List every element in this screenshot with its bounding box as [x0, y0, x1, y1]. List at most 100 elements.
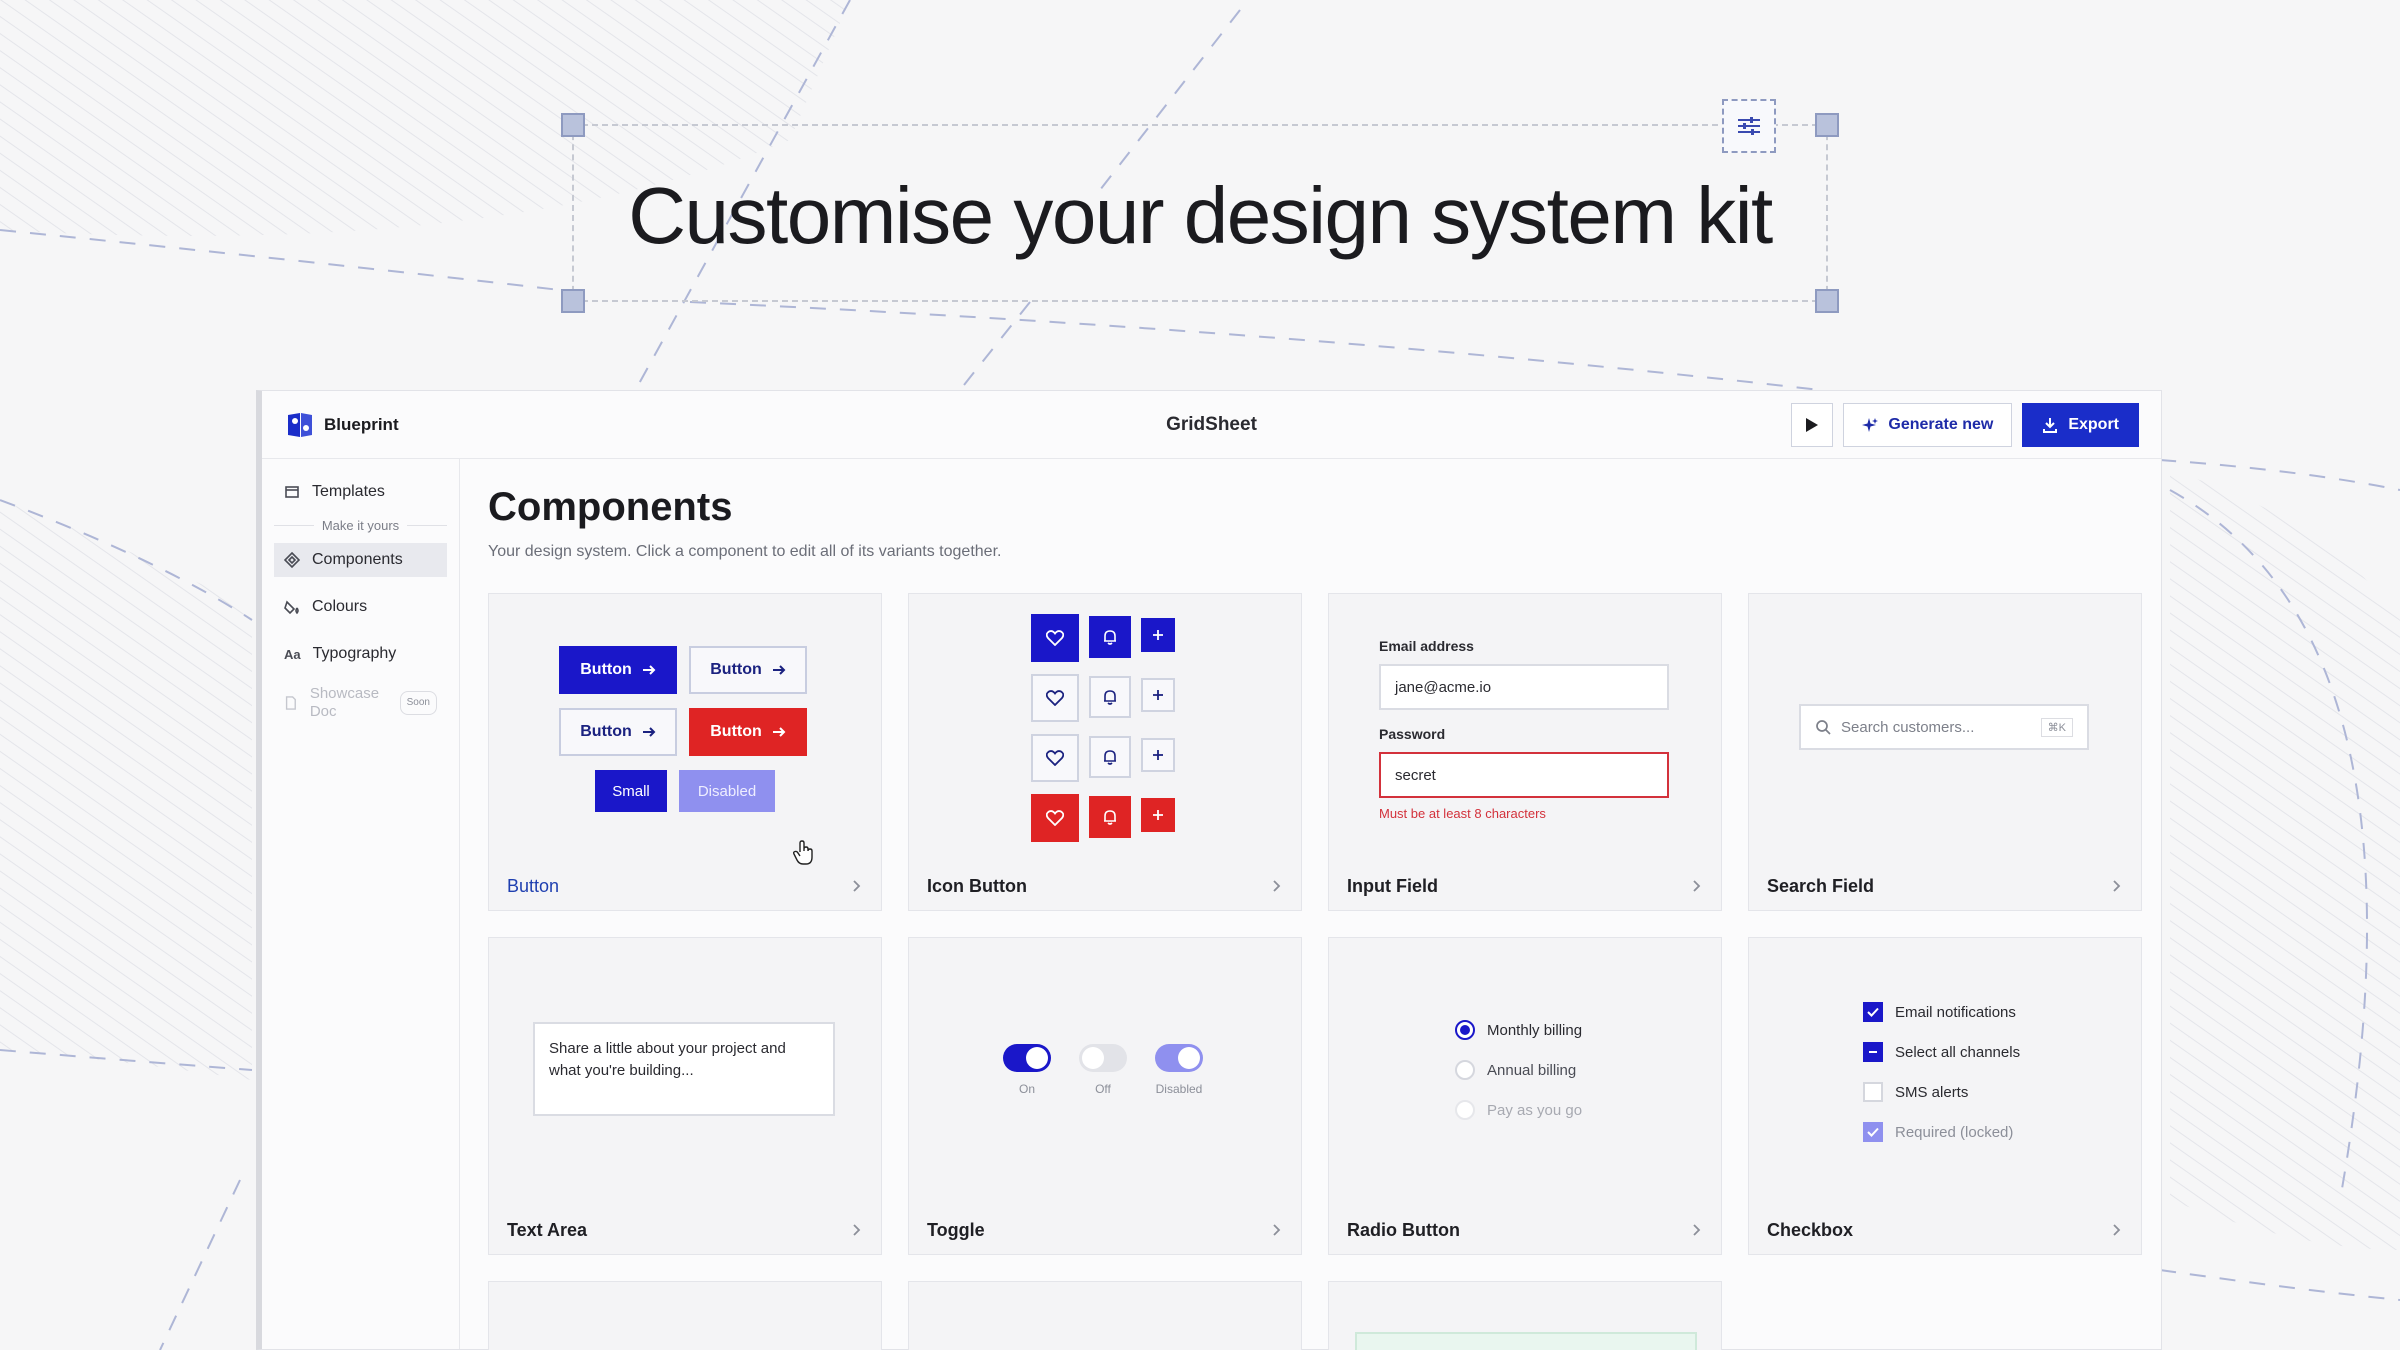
checkbox-unchecked: [1863, 1082, 1883, 1102]
sidebar-item-templates[interactable]: Templates: [274, 475, 447, 509]
preview-button-label: Button: [580, 723, 632, 740]
preview-checkbox-option: Select all channels: [1863, 1042, 2020, 1062]
component-card-input-field[interactable]: Email address jane@acme.io Password secr…: [1328, 593, 1722, 911]
preview-checkbox-option: Email notifications: [1863, 1002, 2016, 1022]
sidebar-item-label: Showcase Doc: [309, 685, 380, 720]
preview-toggle-off: [1079, 1044, 1127, 1072]
preview-radio-option: Annual billing: [1455, 1060, 1576, 1080]
card-label: Radio Button: [1347, 1219, 1460, 1240]
chevron-right-icon: [1273, 1224, 1281, 1236]
component-card-checkbox[interactable]: Email notifications Select all channels …: [1748, 937, 2142, 1255]
resize-handle-bottom-left[interactable]: [561, 289, 585, 313]
arrow-right-icon: [772, 665, 786, 675]
preview-icon-button: [1031, 674, 1079, 722]
radio-selected: [1455, 1020, 1475, 1040]
chevron-right-icon: [853, 1224, 861, 1236]
preview-radio-option: Monthly billing: [1455, 1020, 1582, 1040]
colours-icon: [284, 600, 299, 615]
sidebar-item-label: Colours: [312, 598, 368, 615]
heart-icon: [1046, 810, 1064, 826]
checkbox-label: Email notifications: [1895, 1003, 2016, 1021]
bell-icon: [1104, 750, 1116, 765]
resize-handle-top-right[interactable]: [1815, 113, 1839, 137]
card-footer: Toggle: [927, 1218, 1283, 1242]
adjustments-button[interactable]: [1722, 99, 1776, 153]
check-icon: [1867, 1127, 1879, 1137]
preview-toggle-disabled: [1155, 1044, 1203, 1072]
preview-button-outline: Button: [689, 646, 807, 694]
checkbox-label: Required (locked): [1895, 1123, 2014, 1141]
topbar: Blueprint GridSheet Generate new Export: [262, 391, 2161, 459]
heart-icon: [1046, 750, 1064, 766]
radio-unselected: [1455, 1060, 1475, 1080]
component-card-partial[interactable]: [908, 1281, 1302, 1350]
component-card-icon-button[interactable]: Icon Button: [908, 593, 1302, 911]
component-card-radio-button[interactable]: Monthly billing Annual billing Pay as yo…: [1328, 937, 1722, 1255]
sidebar-item-components[interactable]: Components: [274, 543, 447, 577]
checkbox-label: SMS alerts: [1895, 1083, 1969, 1101]
chevron-right-icon: [1693, 880, 1701, 892]
component-card-button[interactable]: Button Button Button Button Small Disabl…: [488, 593, 882, 911]
card-footer: Icon Button: [927, 874, 1283, 898]
preview-email-field: jane@acme.io: [1379, 664, 1669, 710]
preview-icon-button: [1031, 734, 1079, 782]
page-subtitle: Your design system. Click a component to…: [488, 543, 1002, 560]
preview-icon-button: [1141, 618, 1175, 652]
arrow-right-icon: [642, 665, 656, 675]
app-window: Blueprint GridSheet Generate new Export …: [256, 390, 2162, 1350]
play-button[interactable]: [1791, 403, 1834, 447]
sidebar-divider-label: Make it yours: [321, 518, 400, 533]
resize-handle-bottom-right[interactable]: [1815, 289, 1839, 313]
preview-button-disabled: Disabled: [679, 770, 775, 812]
plus-icon: [1153, 630, 1163, 640]
card-label: Text Area: [507, 1219, 588, 1240]
preview-search-input: Search customers... ⌘K: [1799, 704, 2089, 750]
component-card-partial[interactable]: [1328, 1281, 1722, 1350]
preview-button-secondary: Button: [559, 708, 677, 756]
component-card-toggle[interactable]: On Off Disabled Toggle: [908, 937, 1302, 1255]
preview-button-primary: Button: [559, 646, 677, 694]
plus-icon: [1153, 750, 1163, 760]
password-label: Password: [1379, 726, 1446, 742]
download-icon: [2043, 418, 2058, 433]
checkbox-indeterminate: [1863, 1042, 1883, 1062]
checkbox-label: Select all channels: [1895, 1043, 2021, 1061]
resize-handle-top-left[interactable]: [561, 113, 585, 137]
chevron-right-icon: [1693, 1224, 1701, 1236]
generate-new-button[interactable]: Generate new: [1843, 403, 2013, 447]
component-card-text-area[interactable]: Share a little about your project and wh…: [488, 937, 882, 1255]
chevron-right-icon: [853, 880, 861, 892]
export-label: Export: [2068, 416, 2119, 433]
sidebar-item-colours[interactable]: Colours: [274, 590, 447, 624]
heart-icon: [1046, 690, 1064, 706]
card-label: Search Field: [1767, 875, 1875, 896]
component-card-partial[interactable]: [488, 1281, 882, 1350]
hand-cursor-icon: [793, 840, 813, 865]
radio-option-label: Pay as you go: [1487, 1101, 1583, 1119]
shortcut-badge: ⌘K: [2040, 717, 2073, 737]
card-footer: Radio Button: [1347, 1218, 1703, 1242]
preview-radio-option: Pay as you go: [1455, 1100, 1582, 1120]
sidebar-item-typography[interactable]: Aa Typography: [274, 637, 447, 671]
preview-alert-box: [1355, 1332, 1697, 1350]
chevron-right-icon: [2113, 1224, 2121, 1236]
preview-icon-button: [1141, 798, 1175, 832]
preview-icon-button: [1089, 796, 1131, 838]
preview-password-field: secret: [1379, 752, 1669, 798]
brand[interactable]: Blueprint: [286, 411, 399, 439]
component-card-search-field[interactable]: Search customers... ⌘K Search Field: [1748, 593, 2142, 911]
radio-disabled: [1455, 1100, 1475, 1120]
minus-icon: [1869, 1051, 1877, 1053]
page-title: Components: [488, 485, 733, 529]
headline-title: Customise your design system kit: [628, 171, 1773, 260]
preview-checkbox-option: Required (locked): [1863, 1122, 2013, 1142]
main-content: Components Your design system. Click a c…: [460, 459, 2161, 1350]
card-footer: Button: [507, 874, 863, 898]
export-button[interactable]: Export: [2022, 403, 2139, 447]
bell-icon: [1104, 690, 1116, 705]
preview-button-label: Button: [710, 723, 762, 740]
toggle-disabled-label: Disabled: [1155, 1082, 1203, 1096]
sidebar-item-label: Components: [312, 551, 403, 568]
soon-badge: Soon: [399, 691, 437, 715]
headline-frame[interactable]: Customise your design system kit: [561, 99, 1839, 313]
